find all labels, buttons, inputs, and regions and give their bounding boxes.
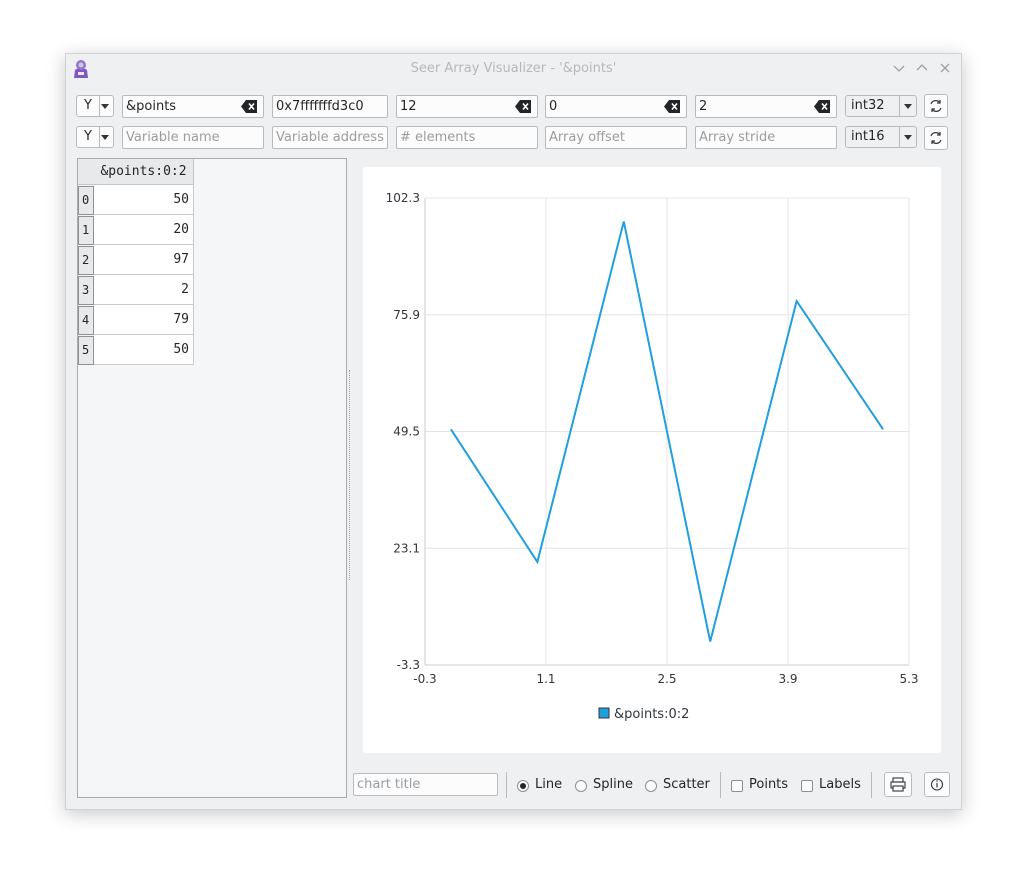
variable-name-input[interactable] bbox=[126, 97, 236, 116]
refresh-button-row1[interactable] bbox=[924, 94, 948, 118]
chart-title-input[interactable] bbox=[357, 775, 492, 794]
print-button[interactable] bbox=[884, 772, 912, 797]
close-icon bbox=[940, 63, 950, 73]
scatter-radio[interactable] bbox=[645, 780, 657, 792]
stride-input[interactable] bbox=[699, 128, 809, 147]
points-checkbox-label[interactable]: Points bbox=[749, 777, 788, 792]
table-cell[interactable]: 97 bbox=[94, 245, 194, 275]
spline-radio-label[interactable]: Spline bbox=[593, 777, 633, 792]
axis-combo-value: Y bbox=[77, 96, 100, 116]
elements-input[interactable] bbox=[400, 97, 510, 116]
scatter-radio-label[interactable]: Scatter bbox=[663, 777, 710, 792]
variable-name-field-row2[interactable] bbox=[122, 126, 264, 149]
clear-text-icon[interactable] bbox=[814, 100, 831, 113]
legend-marker[interactable] bbox=[598, 707, 610, 719]
close-button[interactable] bbox=[936, 59, 954, 77]
values-table[interactable]: &points:0:2 0 50 1 20 2 97 3 2 4 79 5 50 bbox=[77, 158, 347, 798]
data-type-value: int16 bbox=[851, 129, 885, 144]
chart-controls-bar: Line Spline Scatter Points Labels bbox=[66, 772, 961, 802]
x-tick-label: 1.1 bbox=[536, 672, 555, 686]
chevron-down-icon bbox=[899, 96, 916, 116]
x-tick-label: 2.5 bbox=[657, 672, 676, 686]
axis-combo-row1[interactable]: Y bbox=[76, 95, 114, 117]
variable-address-input[interactable] bbox=[276, 128, 384, 147]
labels-checkbox[interactable] bbox=[801, 780, 813, 792]
axis-combo-row2[interactable]: Y bbox=[76, 126, 114, 148]
offset-field-row2[interactable] bbox=[545, 126, 687, 149]
table-cell[interactable]: 2 bbox=[94, 275, 194, 305]
points-checkbox[interactable] bbox=[731, 780, 743, 792]
clear-text-icon[interactable] bbox=[241, 100, 258, 113]
separator bbox=[506, 772, 507, 798]
refresh-button-row2[interactable] bbox=[924, 126, 948, 150]
y-tick-label: -3.3 bbox=[397, 658, 420, 672]
data-type-combo-row1[interactable]: int32 bbox=[845, 95, 917, 117]
axis-combo-value: Y bbox=[77, 127, 100, 147]
stride-field-row1[interactable] bbox=[695, 95, 837, 118]
table-column-header[interactable]: &points:0:2 bbox=[94, 159, 194, 185]
chevron-down-icon bbox=[98, 127, 113, 147]
table-row-header[interactable]: 5 bbox=[78, 336, 94, 365]
splitter-handle[interactable] bbox=[349, 370, 352, 580]
minimize-button[interactable] bbox=[890, 59, 908, 77]
maximize-button[interactable] bbox=[913, 59, 931, 77]
chevron-down-icon bbox=[98, 96, 113, 116]
chevron-down-icon bbox=[899, 127, 916, 147]
stride-field-row2[interactable] bbox=[695, 126, 837, 149]
separator bbox=[871, 772, 872, 798]
info-icon bbox=[930, 778, 944, 791]
variable-name-input[interactable] bbox=[126, 128, 236, 147]
labels-checkbox-label[interactable]: Labels bbox=[819, 777, 861, 792]
x-tick-label: 5.3 bbox=[899, 672, 918, 686]
table-row-header[interactable]: 3 bbox=[78, 276, 94, 305]
window-title: Seer Array Visualizer - '&points' bbox=[410, 61, 617, 76]
table-row-header[interactable]: 0 bbox=[78, 186, 94, 215]
chevron-up-icon bbox=[916, 64, 928, 71]
elements-field-row2[interactable] bbox=[396, 126, 538, 149]
line-radio-label[interactable]: Line bbox=[535, 777, 562, 792]
table-cell[interactable]: 20 bbox=[94, 215, 194, 245]
x-tick-label: 3.9 bbox=[778, 672, 797, 686]
clear-text-icon[interactable] bbox=[664, 100, 681, 113]
data-type-combo-row2[interactable]: int16 bbox=[845, 126, 917, 148]
table-row-header[interactable]: 1 bbox=[78, 216, 94, 245]
data-type-value: int32 bbox=[851, 98, 885, 113]
offset-input[interactable] bbox=[549, 128, 659, 147]
table-row-header[interactable]: 4 bbox=[78, 306, 94, 335]
info-button[interactable] bbox=[924, 772, 950, 797]
legend-label[interactable]: &points:0:2 bbox=[614, 707, 689, 722]
print-icon bbox=[890, 777, 906, 792]
seer-array-visualizer-window: Seer Array Visualizer - '&points' Y int3… bbox=[65, 53, 962, 810]
variable-address-input[interactable] bbox=[276, 97, 384, 116]
y-tick-label: 49.5 bbox=[393, 425, 420, 439]
x-tick-label: -0.3 bbox=[413, 672, 436, 686]
clear-text-icon[interactable] bbox=[515, 100, 532, 113]
y-tick-label: 23.1 bbox=[393, 541, 420, 555]
elements-input[interactable] bbox=[400, 128, 510, 147]
variable-address-field-row1[interactable] bbox=[272, 95, 388, 118]
line-chart: 102.3 75.9 49.5 23.1 -3.3 -0.3 1.1 2.5 3.9 5.3 &… bbox=[386, 191, 919, 722]
variable-address-field-row2[interactable] bbox=[272, 126, 388, 149]
refresh-icon bbox=[930, 132, 942, 144]
stride-input[interactable] bbox=[699, 97, 809, 116]
table-cell[interactable]: 50 bbox=[94, 335, 194, 365]
chart-panel: 102.3 75.9 49.5 23.1 -3.3 -0.3 1.1 2.5 3.9 5.3 &… bbox=[363, 167, 941, 753]
spline-radio[interactable] bbox=[575, 780, 587, 792]
table-corner[interactable] bbox=[78, 159, 95, 185]
offset-field-row1[interactable] bbox=[545, 95, 687, 118]
title-bar[interactable]: Seer Array Visualizer - '&points' bbox=[66, 54, 961, 84]
separator bbox=[720, 772, 721, 798]
table-row-header[interactable]: 2 bbox=[78, 246, 94, 275]
variable-name-field-row1[interactable] bbox=[122, 95, 264, 118]
table-cell[interactable]: 50 bbox=[94, 185, 194, 215]
elements-field-row1[interactable] bbox=[396, 95, 538, 118]
chart-title-field[interactable] bbox=[353, 773, 498, 796]
table-cell[interactable]: 79 bbox=[94, 305, 194, 335]
refresh-icon bbox=[930, 100, 942, 112]
y-tick-label: 102.3 bbox=[386, 191, 420, 205]
chevron-down-icon bbox=[893, 65, 905, 72]
y-tick-label: 75.9 bbox=[393, 308, 420, 322]
line-radio[interactable] bbox=[517, 780, 529, 792]
offset-input[interactable] bbox=[549, 97, 659, 116]
